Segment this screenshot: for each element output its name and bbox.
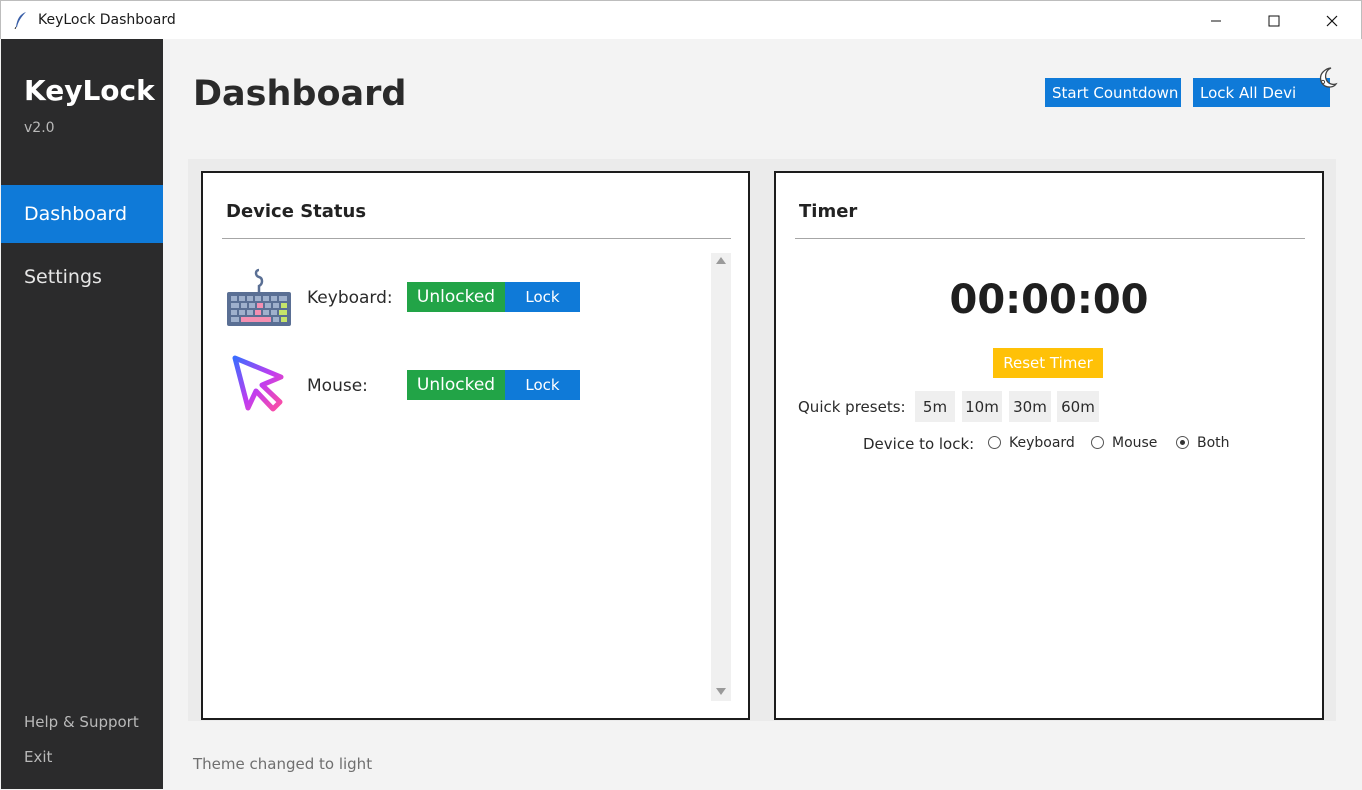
keyboard-label: Keyboard: (307, 288, 393, 308)
close-button[interactable] (1303, 1, 1361, 40)
device-status-title: Device Status (226, 201, 367, 222)
close-icon (1326, 15, 1338, 26)
preset-30m-button[interactable]: 30m (1009, 391, 1051, 422)
preset-10m-button[interactable]: 10m (962, 391, 1002, 422)
radio-both-label[interactable]: Both (1197, 435, 1230, 451)
timer-display: 00:00:00 (949, 277, 1149, 323)
radio-keyboard[interactable] (988, 436, 1001, 449)
keyboard-icon (227, 268, 291, 326)
status-message: Theme changed to light (193, 755, 373, 773)
feather-icon (14, 12, 26, 29)
divider (222, 238, 731, 239)
mouse-lock-button[interactable]: Lock (505, 370, 580, 400)
sidebar: KeyLock v2.0 Dashboard Settings Help & S… (1, 39, 163, 789)
mouse-label: Mouse: (307, 376, 368, 396)
timer-panel: Timer 00:00:00 Reset Timer Quick presets… (774, 171, 1324, 720)
maximize-icon (1268, 15, 1280, 26)
radio-mouse[interactable] (1091, 436, 1104, 449)
mouse-status-badge: Unlocked (407, 370, 505, 400)
preset-5m-button[interactable]: 5m (915, 391, 955, 422)
reset-timer-button[interactable]: Reset Timer (993, 348, 1103, 378)
window-titlebar: KeyLock Dashboard (0, 0, 1362, 39)
sidebar-item-settings[interactable]: Settings (1, 248, 163, 306)
device-to-lock-label: Device to lock: (863, 435, 975, 453)
help-support-link[interactable]: Help & Support (24, 713, 139, 731)
radio-keyboard-label[interactable]: Keyboard (1009, 435, 1075, 451)
keyboard-status-badge: Unlocked (407, 282, 505, 312)
scroll-down-arrow-icon[interactable] (716, 688, 726, 695)
device-status-panel: Device Status Keyboard: Unlocked Lock Mo… (201, 171, 750, 720)
timer-title: Timer (799, 201, 858, 222)
keyboard-lock-button[interactable]: Lock (505, 282, 580, 312)
device-list-scrollbar[interactable] (711, 253, 731, 701)
minimize-icon (1211, 20, 1221, 21)
maximize-button[interactable] (1245, 1, 1303, 40)
radio-both[interactable] (1176, 436, 1189, 449)
divider (795, 238, 1305, 239)
sidebar-item-dashboard[interactable]: Dashboard (1, 185, 163, 243)
preset-60m-button[interactable]: 60m (1057, 391, 1099, 422)
window-title: KeyLock Dashboard (38, 12, 176, 28)
minimize-button[interactable] (1187, 1, 1245, 40)
page-title: Dashboard (193, 74, 407, 114)
start-countdown-button[interactable]: Start Countdown (1045, 78, 1181, 107)
moon-icon[interactable] (1315, 64, 1341, 90)
radio-mouse-label[interactable]: Mouse (1112, 435, 1157, 451)
mouse-pointer-icon (232, 355, 284, 412)
quick-presets-label: Quick presets: (798, 398, 906, 416)
app-version: v2.0 (24, 120, 55, 136)
app-brand: KeyLock (24, 74, 155, 107)
lock-all-devices-button[interactable]: Lock All Devi (1193, 78, 1330, 107)
scroll-up-arrow-icon[interactable] (716, 257, 726, 264)
exit-link[interactable]: Exit (24, 748, 52, 766)
